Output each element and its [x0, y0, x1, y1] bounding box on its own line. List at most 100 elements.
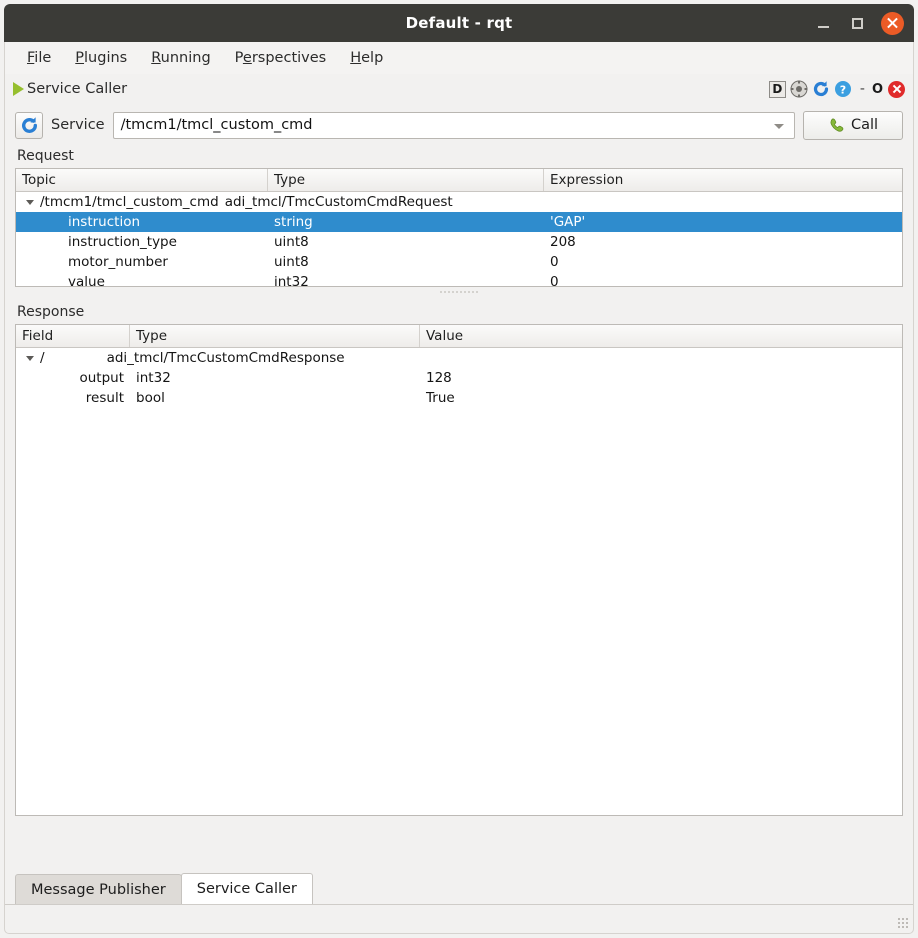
close-button[interactable]	[881, 12, 904, 35]
menu-item-help-label: elp	[361, 50, 383, 66]
table-row[interactable]: instruction_type uint8 208	[16, 232, 902, 252]
menu-item-file[interactable]: File	[19, 47, 59, 69]
menu-mnemonic-h: H	[350, 50, 361, 66]
maximize-icon	[852, 18, 863, 29]
help-question-icon[interactable]: ?	[834, 80, 853, 99]
splitter-grip-icon	[439, 290, 479, 294]
tree-collapse-icon[interactable]	[26, 356, 34, 361]
menu-item-running[interactable]: Running	[143, 47, 218, 69]
response-table-header: Field Type Value	[16, 325, 902, 348]
tab-message-publisher[interactable]: Message Publisher	[15, 874, 182, 904]
request-table-header: Topic Type Expression	[16, 169, 902, 192]
response-root-field: /	[40, 350, 45, 366]
menu-item-file-label: ile	[34, 50, 51, 66]
call-button[interactable]: Call	[803, 111, 903, 140]
response-column-field[interactable]: Field	[16, 325, 130, 347]
table-row[interactable]: value int32 0	[16, 272, 902, 287]
request-field-expression[interactable]: 'GAP'	[544, 212, 902, 232]
table-row[interactable]: motor_number uint8 0	[16, 252, 902, 272]
request-root-type: adi_tmcl/TmcCustomCmdRequest	[225, 194, 453, 210]
settings-gear-icon[interactable]	[790, 80, 809, 99]
table-row[interactable]: instruction string 'GAP'	[16, 212, 902, 232]
service-label: Service	[51, 117, 105, 133]
request-field-name: instruction_type	[16, 232, 268, 252]
maximize-button[interactable]	[847, 13, 867, 33]
request-section-label: Request	[17, 148, 903, 164]
chevron-down-icon	[774, 124, 784, 129]
response-table: Field Type Value / adi_tmcl/TmcCustomCmd…	[15, 324, 903, 816]
plugin-header-actions: D	[768, 80, 913, 99]
minimize-button[interactable]	[813, 13, 833, 33]
response-section-label: Response	[17, 304, 903, 320]
rqt-window: Default - rqt File Plugins Running Persp…	[0, 0, 918, 938]
request-field-name: instruction	[16, 212, 268, 232]
response-field-value: 128	[420, 368, 902, 388]
response-field-name: result	[16, 388, 130, 408]
refresh-services-button[interactable]	[15, 112, 43, 139]
request-column-topic[interactable]: Topic	[16, 169, 268, 191]
response-root-row[interactable]: / adi_tmcl/TmcCustomCmdResponse	[16, 348, 902, 368]
request-root-row[interactable]: /tmcm1/tmcl_custom_cmd adi_tmcl/TmcCusto…	[16, 192, 902, 212]
tree-collapse-icon[interactable]	[26, 200, 34, 205]
call-button-label: Call	[851, 117, 878, 133]
request-column-type[interactable]: Type	[268, 169, 544, 191]
request-response-splitter[interactable]	[15, 287, 903, 296]
response-field-type: int32	[130, 368, 420, 388]
service-bar: Service /tmcm1/tmcl_custom_cmd Call	[15, 110, 903, 140]
plugin-minimize-button[interactable]: -	[856, 81, 869, 97]
menu-item-plugins-label: lugins	[84, 50, 127, 66]
request-field-type: int32	[268, 272, 544, 287]
tab-service-caller[interactable]: Service Caller	[181, 873, 313, 904]
menu-item-running-label: unning	[161, 50, 211, 66]
response-field-value: True	[420, 388, 902, 408]
title-bar: Default - rqt	[4, 4, 914, 42]
service-caller-panel: Service /tmcm1/tmcl_custom_cmd Call Requ…	[4, 104, 914, 868]
reload-plugin-icon[interactable]	[812, 80, 831, 99]
plugin-title: Service Caller	[27, 81, 127, 97]
response-column-type[interactable]: Type	[130, 325, 420, 347]
menu-mnemonic-e: e	[243, 50, 252, 66]
menu-item-perspectives-prefix: P	[235, 50, 243, 66]
dock-D-label: D	[769, 81, 786, 98]
svg-text:?: ?	[840, 84, 846, 97]
menu-item-perspectives[interactable]: Perspectives	[227, 47, 335, 69]
plugin-tab-bar: Message Publisher Service Caller	[4, 868, 914, 934]
table-row[interactable]: result bool True	[16, 388, 902, 408]
plugin-restore-button[interactable]: O	[872, 82, 885, 97]
minimize-icon	[818, 26, 829, 28]
window-resize-grip[interactable]	[897, 917, 909, 929]
request-table: Topic Type Expression /tmcm1/tmcl_custom…	[15, 168, 903, 287]
menu-bar: File Plugins Running Perspectives Help	[4, 42, 914, 74]
menu-mnemonic-p: P	[75, 50, 84, 66]
refresh-icon	[20, 116, 39, 135]
tab-service-caller-label: Service Caller	[197, 881, 297, 897]
request-field-name: motor_number	[16, 252, 268, 272]
dock-D-button[interactable]: D	[768, 80, 787, 99]
service-combo-value: /tmcm1/tmcl_custom_cmd	[121, 117, 313, 133]
plugin-close-button[interactable]	[888, 81, 905, 98]
menu-mnemonic-r: R	[151, 50, 160, 66]
service-combo-box[interactable]: /tmcm1/tmcl_custom_cmd	[113, 112, 795, 139]
menu-item-perspectives-label: rspectives	[252, 50, 326, 66]
menu-item-help[interactable]: Help	[342, 47, 391, 69]
request-field-type: uint8	[268, 232, 544, 252]
response-column-value[interactable]: Value	[420, 325, 902, 347]
request-field-type: uint8	[268, 252, 544, 272]
window-controls	[813, 4, 904, 42]
request-field-name: value	[16, 272, 268, 287]
tab-message-publisher-label: Message Publisher	[31, 882, 166, 898]
request-column-expression[interactable]: Expression	[544, 169, 902, 191]
response-root-type: adi_tmcl/TmcCustomCmdResponse	[107, 350, 345, 366]
response-field-type: bool	[130, 388, 420, 408]
request-field-expression[interactable]: 208	[544, 232, 902, 252]
table-row[interactable]: output int32 128	[16, 368, 902, 388]
response-field-name: output	[16, 368, 130, 388]
request-field-expression[interactable]: 0	[544, 272, 902, 287]
window-title: Default - rqt	[406, 14, 513, 32]
menu-item-plugins[interactable]: Plugins	[67, 47, 135, 69]
request-field-type: string	[268, 212, 544, 232]
request-root-topic: /tmcm1/tmcl_custom_cmd	[40, 194, 219, 210]
request-field-expression[interactable]: 0	[544, 252, 902, 272]
phone-handset-icon	[828, 117, 845, 134]
plugin-header: Service Caller D	[4, 74, 914, 104]
